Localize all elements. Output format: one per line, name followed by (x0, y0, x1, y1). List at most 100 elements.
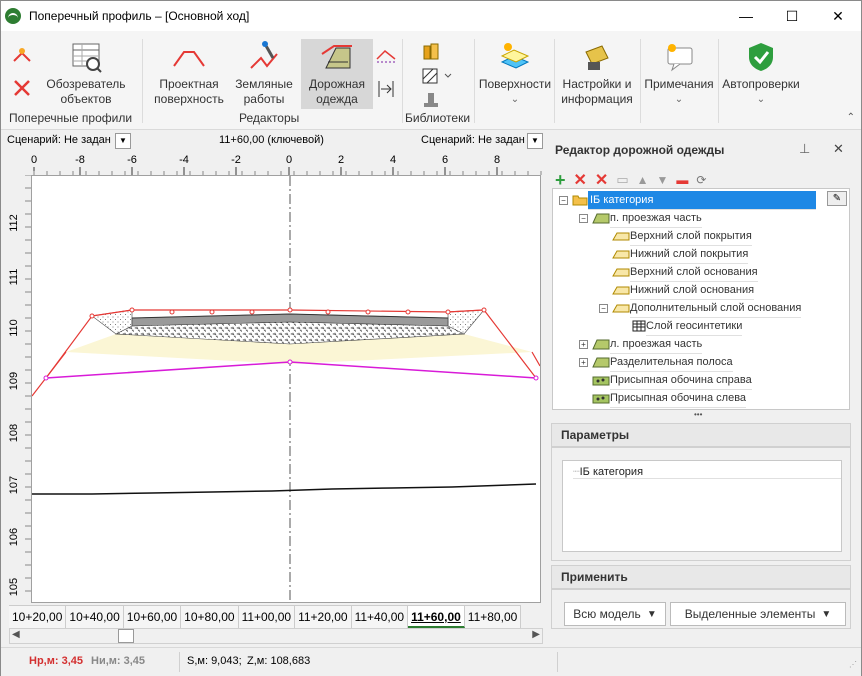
copy-icon[interactable]: ▭ (616, 172, 628, 188)
settings-button[interactable]: Настройки и информация (555, 39, 639, 107)
group-label-editors: Редакторы (239, 111, 300, 125)
autochecks-button[interactable]: Автопроверки ⌄ (719, 39, 803, 107)
shoulder-icon (592, 376, 610, 386)
pavement-icon (321, 45, 352, 69)
tree-item[interactable]: Верхний слой основания (599, 263, 758, 282)
tree-item[interactable]: Присыпная обочина справа (579, 371, 752, 390)
close-button[interactable]: ✕ (815, 1, 861, 31)
ruler-y-label: 105 (8, 578, 20, 596)
stamp-icon[interactable] (421, 91, 441, 111)
hatch-icon[interactable] (421, 67, 455, 85)
pavement-button[interactable]: Дорожная одежда (301, 39, 373, 109)
pavement-editor-panel: Редактор дорожной одежды ⊥ ✕ + ✕ ✕ ▭ ▲ ▼… (549, 131, 861, 647)
window-title: Поперечный профиль – [Основной ход] (29, 9, 250, 23)
params-box: ┈IБ категория (562, 460, 842, 552)
station-tabs: 10+20,00 10+40,00 10+60,00 10+80,00 11+00,00… (9, 605, 522, 628)
settings-icon (585, 45, 609, 70)
status-hn: Ни,м: 3,45 (91, 655, 146, 667)
scenario-right-label: Сценарий: Не задан (421, 134, 525, 146)
station-tab[interactable]: 10+80,00 (181, 606, 239, 628)
scroll-left-icon[interactable]: ◀ (12, 629, 20, 640)
slope-icon[interactable] (375, 47, 397, 65)
ruler-icon[interactable]: ▬ (676, 173, 688, 187)
chevron-down-icon: ▼ (646, 608, 657, 620)
ribbon: Обозреватель объектов Поперечные профили… (1, 31, 861, 130)
editor-title: Редактор дорожной одежды (555, 143, 725, 157)
station-tab[interactable]: 11+00,00 (238, 606, 296, 628)
scroll-thumb[interactable] (118, 629, 134, 643)
status-z: Z,м: 108,683 (247, 655, 311, 667)
profile-canvas[interactable] (31, 175, 541, 603)
status-bar: Нр,м: 3,45 Ни,м: 3,45 S,м: 9,043; Z,м: 1… (1, 647, 861, 676)
collapse-ribbon-icon[interactable]: ⌃ (847, 112, 855, 123)
status-s: S,м: 9,043; (187, 655, 242, 667)
delete-icon[interactable]: ✕ (574, 170, 587, 190)
move-up-icon[interactable]: ▲ (637, 173, 649, 187)
pin-icon[interactable]: ⊥ (799, 141, 810, 157)
ruler-x-label: -4 (179, 154, 189, 166)
scenario-left-dropdown[interactable]: ▼ (115, 133, 131, 149)
station-tab[interactable]: 11+60,00 (408, 606, 465, 628)
expand-icon[interactable]: + (579, 357, 588, 367)
ribbon-group-profiles: Обозреватель объектов Поперечные профили (1, 35, 141, 127)
design-surface-icon (173, 51, 205, 67)
library-icon[interactable] (421, 41, 441, 61)
surfaces-button[interactable]: Поверхности ⌄ (477, 39, 553, 107)
note-icon (667, 44, 693, 72)
splitter-grip[interactable]: ••• (694, 410, 702, 419)
tree-item[interactable]: − IБ категория (559, 190, 816, 210)
minimize-button[interactable]: — (723, 1, 769, 31)
add-profile-icon[interactable] (11, 45, 33, 67)
collapse-icon[interactable]: − (559, 195, 568, 205)
object-viewer-button[interactable]: Обозреватель объектов (45, 39, 127, 107)
station-tab[interactable]: 10+40,00 (66, 606, 124, 628)
tree-item[interactable]: + л. проезжая часть (579, 335, 703, 354)
tree-item[interactable]: − Дополнительный слой основания (599, 299, 802, 318)
tree-item[interactable]: Нижний слой основания (599, 281, 755, 300)
object-viewer-icon (72, 43, 102, 73)
tree-item[interactable]: + Разделительная полоса (579, 353, 733, 372)
layer-icon (612, 286, 630, 295)
tree-item[interactable]: Присыпная обочина слева (579, 389, 747, 408)
ruler-x-label: -2 (231, 154, 241, 166)
apply-selected-button[interactable]: Выделенные элементы ▼ (670, 602, 846, 626)
collapse-icon[interactable]: − (579, 213, 588, 223)
scroll-right-icon[interactable]: ▶ (532, 629, 540, 640)
chevron-down-icon: ▼ (821, 608, 832, 620)
tree-item[interactable]: Нижний слой покрытия (599, 245, 749, 264)
ruler-x-label: -6 (127, 154, 137, 166)
ruler-y-label: 110 (8, 319, 20, 337)
notes-button[interactable]: Примечания ⌄ (641, 39, 717, 107)
station-tab[interactable]: 11+80,00 (464, 606, 522, 628)
delete-all-icon[interactable]: ✕ (595, 170, 608, 190)
delete-profile-icon[interactable] (11, 77, 33, 99)
editor-toolbar: + ✕ ✕ ▭ ▲ ▼ ▬ ⟳ (555, 170, 706, 190)
surfaces-icon (500, 43, 530, 69)
station-tab[interactable]: 10+60,00 (123, 606, 182, 628)
expand-icon[interactable]: + (579, 339, 588, 349)
design-surface-button[interactable]: Проектная поверхность (149, 39, 229, 107)
item-edit-icon[interactable]: ✎ (827, 191, 847, 206)
station-tab[interactable]: 11+40,00 (351, 606, 409, 628)
folder-icon (572, 195, 588, 206)
tree-item[interactable]: − п. проезжая часть (579, 209, 702, 228)
tree-item[interactable]: Слой геосинтетики (619, 317, 743, 336)
resize-grip-icon[interactable]: ⋰ (849, 660, 857, 669)
cross-section-drawing (31, 176, 541, 602)
station-tab[interactable]: 10+20,00 (9, 606, 67, 628)
params-header[interactable]: Параметры (551, 423, 851, 447)
maximize-button[interactable]: ☐ (769, 1, 815, 31)
align-icon[interactable] (375, 79, 397, 99)
scenario-right-dropdown[interactable]: ▼ (527, 133, 543, 149)
station-tab[interactable]: 11+20,00 (295, 606, 352, 628)
close-panel-icon[interactable]: ✕ (833, 141, 844, 157)
refresh-icon[interactable]: ⟳ (696, 173, 706, 187)
tree-item[interactable]: Верхний слой покрытия (599, 227, 752, 246)
earthworks-button[interactable]: Земляные работы (229, 39, 299, 107)
collapse-icon[interactable]: − (599, 303, 608, 313)
params-item[interactable]: IБ категория (580, 466, 643, 478)
move-down-icon[interactable]: ▼ (657, 173, 669, 187)
apply-all-button[interactable]: Всю модель ▼ (564, 602, 666, 626)
apply-header[interactable]: Применить (551, 565, 851, 589)
horizontal-scrollbar[interactable]: ◀ ▶ (9, 628, 543, 644)
